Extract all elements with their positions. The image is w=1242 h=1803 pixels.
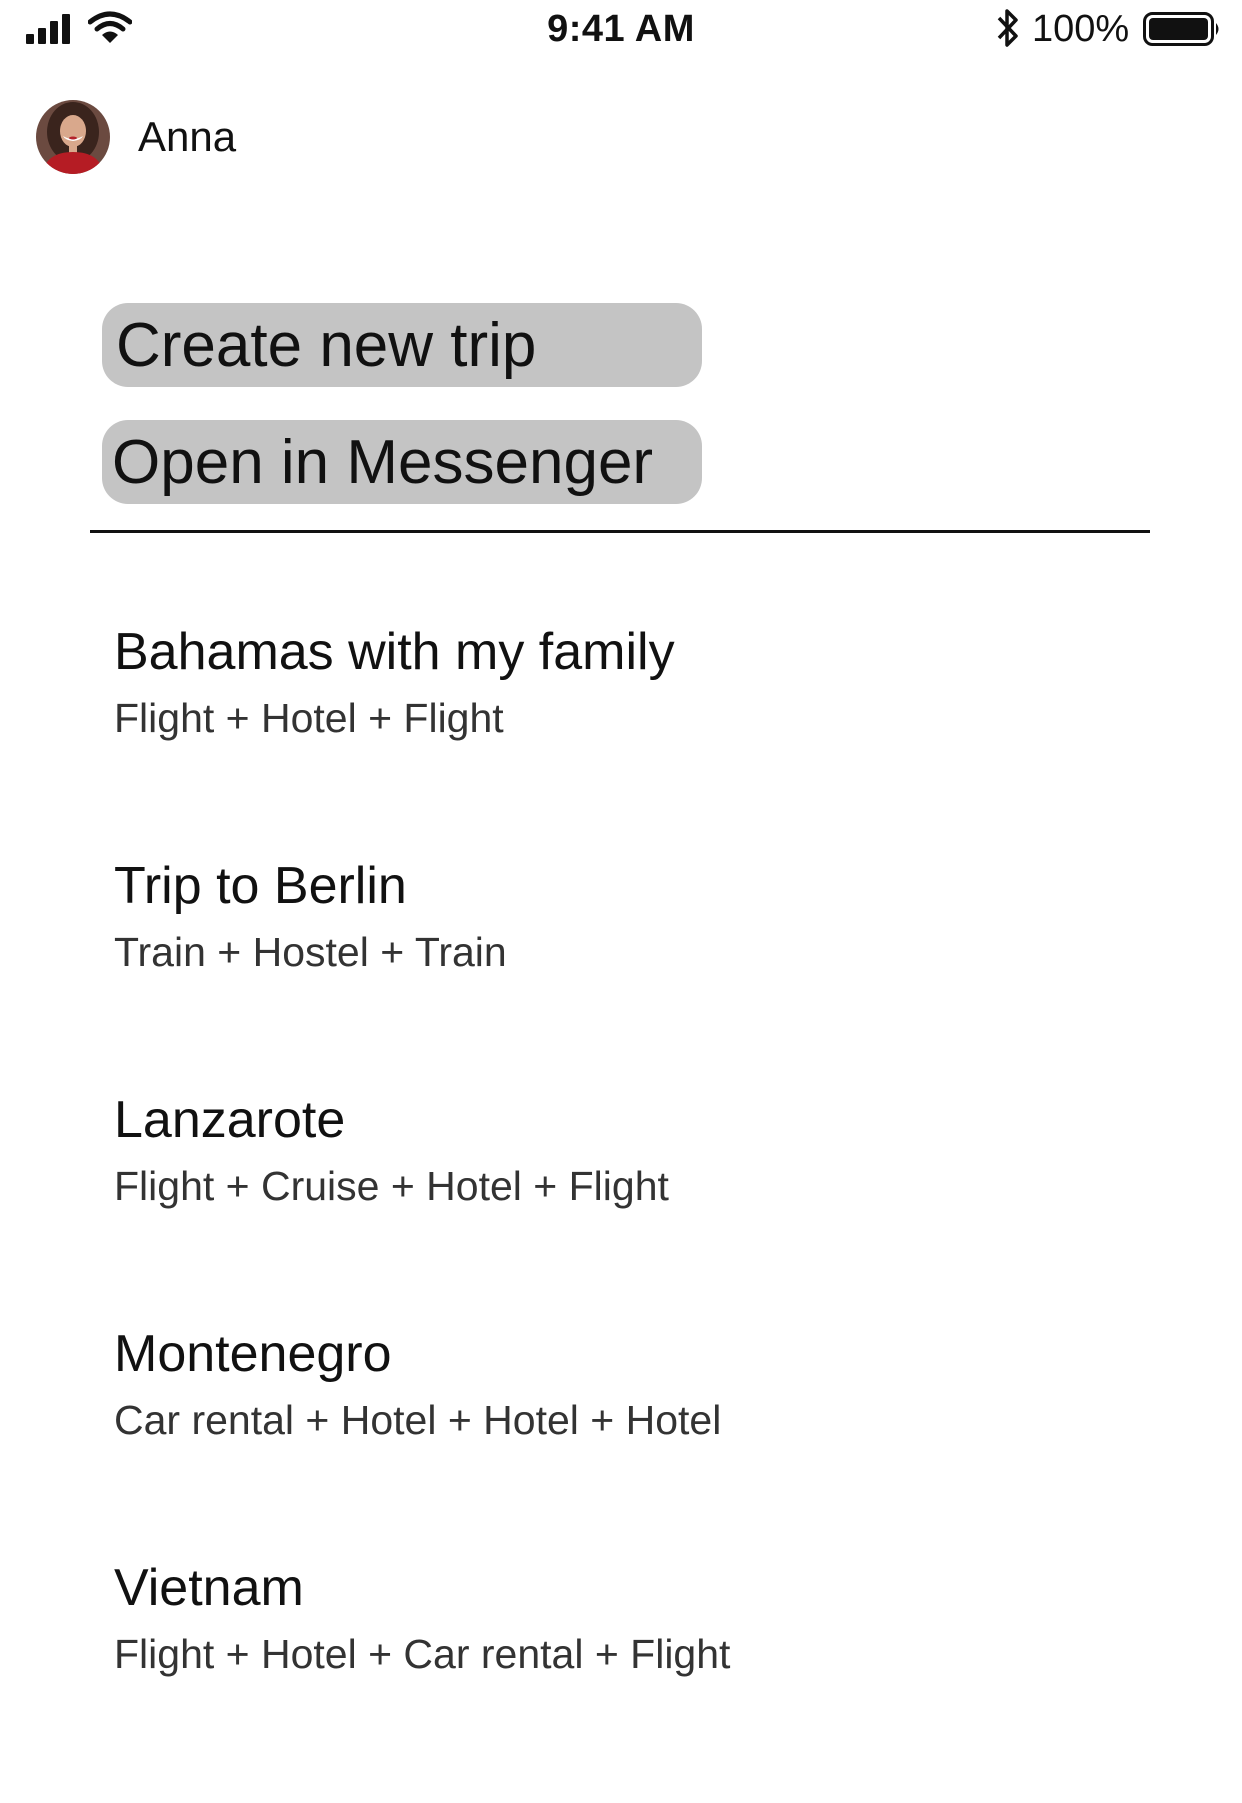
battery-percent: 100%	[1032, 8, 1130, 50]
profile-name: Anna	[138, 113, 237, 160]
trips-screen: 9:41 AM 100% Anna Create new trip Open i…	[0, 0, 1242, 1803]
trip-detail: Flight + Hotel + Flight	[114, 695, 504, 741]
divider	[90, 530, 1150, 533]
status-bar: 9:41 AM 100%	[0, 0, 1242, 60]
trip-title: Vietnam	[114, 1559, 304, 1617]
trip-title: Bahamas with my family	[114, 623, 675, 681]
trip-title: Montenegro	[114, 1325, 392, 1383]
bluetooth-icon	[997, 9, 1018, 47]
trip-title: Trip to Berlin	[114, 857, 407, 915]
trip-detail: Car rental + Hotel + Hotel + Hotel	[114, 1397, 722, 1443]
trip-detail: Flight + Hotel + Car rental + Flight	[114, 1631, 731, 1677]
trip-item[interactable]: Montenegro Car rental + Hotel + Hotel + …	[114, 1322, 1114, 1556]
trip-title: Lanzarote	[114, 1091, 346, 1149]
trip-item[interactable]: Lanzarote Flight + Cruise + Hotel + Flig…	[114, 1088, 1114, 1322]
trip-list: Bahamas with my family Flight + Hotel + …	[114, 620, 1114, 1790]
open-in-messenger-button[interactable]: Open in Messenger	[102, 420, 702, 504]
create-new-trip-button[interactable]: Create new trip	[102, 303, 702, 387]
trip-item[interactable]: Vietnam Flight + Hotel + Car rental + Fl…	[114, 1556, 1114, 1790]
trip-item[interactable]: Trip to Berlin Train + Hostel + Train	[114, 854, 1114, 1088]
trip-item[interactable]: Bahamas with my family Flight + Hotel + …	[114, 620, 1114, 854]
avatar[interactable]	[36, 100, 110, 174]
trip-detail: Flight + Cruise + Hotel + Flight	[114, 1163, 669, 1209]
battery-icon	[1143, 12, 1219, 46]
trip-detail: Train + Hostel + Train	[114, 929, 507, 975]
profile-header[interactable]: Anna	[36, 100, 236, 174]
